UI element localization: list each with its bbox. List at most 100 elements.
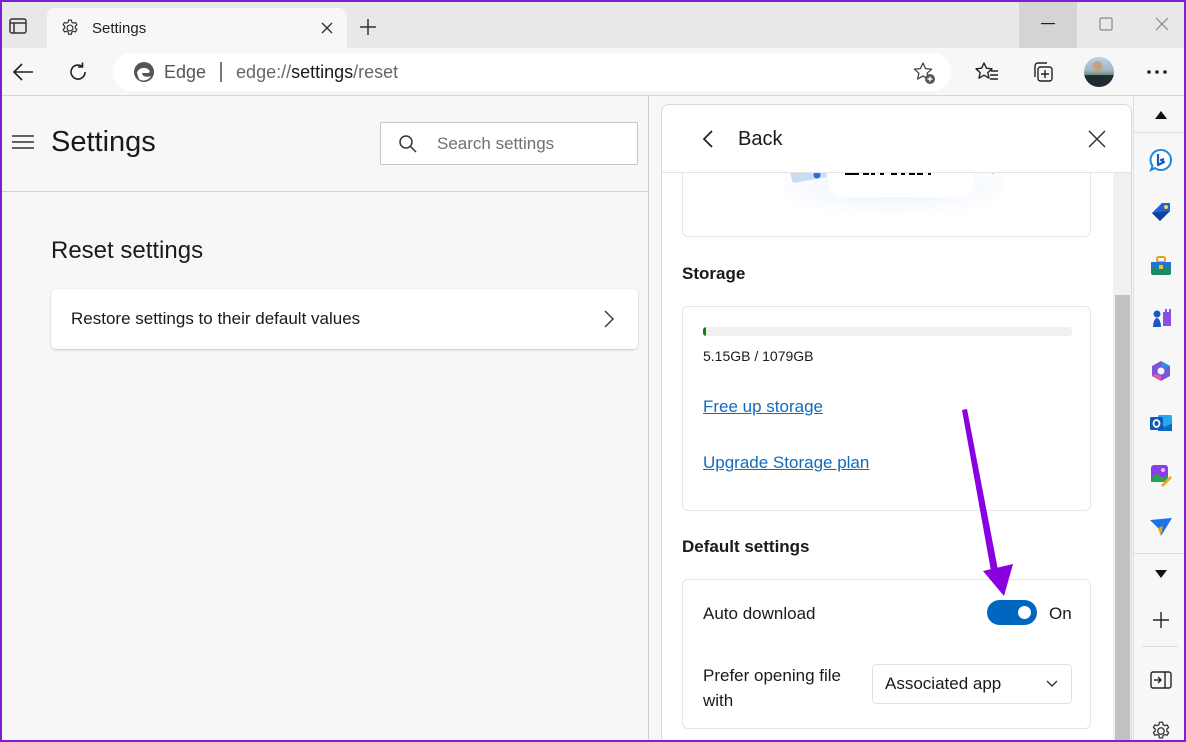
image-creator-icon	[1151, 465, 1172, 487]
side-pane-scrollbar[interactable]	[1113, 173, 1131, 742]
toolbox-icon	[1151, 256, 1171, 275]
paper-plane-icon	[1150, 518, 1172, 536]
url-scheme: edge://	[236, 61, 292, 82]
search-input[interactable]	[437, 133, 617, 154]
url-path: /reset	[353, 61, 399, 82]
triangle-up-icon	[1155, 111, 1167, 119]
back-label[interactable]: Back	[738, 128, 782, 151]
search-icon	[397, 133, 419, 155]
storage-usage-fill	[703, 327, 706, 336]
close-window-button[interactable]	[1133, 0, 1186, 48]
triangle-down-icon	[1155, 570, 1167, 578]
side-pane: Back Storage 5.15GB / 1079GB Free up sto…	[661, 104, 1132, 742]
storage-card: 5.15GB / 1079GB Free up storage Upgrade …	[682, 306, 1091, 511]
hide-sidebar-icon	[1150, 671, 1172, 689]
edge-sidebar	[1133, 96, 1186, 742]
bing-chat-icon	[1149, 149, 1172, 172]
sidebar-item-bing-chat[interactable]	[1148, 147, 1174, 173]
prefer-opening-label: Prefer opening file with	[703, 666, 841, 710]
back-button[interactable]	[9, 58, 37, 86]
collections-icon	[1034, 62, 1053, 82]
prefer-opening-value: Associated app	[885, 674, 1002, 693]
sidebar-item-shopping[interactable]	[1148, 199, 1174, 225]
settings-header: Settings	[0, 96, 648, 192]
close-icon	[1088, 130, 1106, 148]
storage-usage-bar	[703, 327, 1072, 336]
restore-defaults-item[interactable]: Restore settings to their default values	[51, 289, 638, 349]
gear-icon	[60, 18, 80, 38]
storage-heading: Storage	[682, 264, 746, 283]
plus-icon	[1153, 612, 1169, 628]
tab-actions-icon	[9, 18, 27, 34]
sidebar-settings-button[interactable]	[1148, 718, 1174, 742]
close-tab-button[interactable]	[315, 16, 339, 40]
sidebar-divider	[1134, 132, 1186, 133]
upgrade-storage-link[interactable]: Upgrade Storage plan	[703, 453, 869, 473]
new-tab-button[interactable]	[356, 15, 380, 39]
url-text[interactable]: edge://settings/reset	[236, 62, 398, 83]
more-horizontal-icon	[1147, 70, 1167, 74]
favorites-button[interactable]	[973, 58, 1001, 86]
hide-sidebar-button[interactable]	[1148, 667, 1174, 693]
chevron-down-icon	[1045, 677, 1059, 691]
more-menu-button[interactable]	[1143, 58, 1171, 86]
profile-avatar[interactable]	[1084, 57, 1114, 87]
gear-icon	[1152, 721, 1170, 739]
minimize-button[interactable]	[1019, 0, 1077, 48]
default-settings-card: Auto download On Prefer opening file wit…	[682, 579, 1091, 729]
toggle-knob	[1018, 606, 1031, 619]
edge-logo-icon	[134, 62, 154, 82]
sidebar-item-send[interactable]	[1148, 514, 1174, 540]
sidebar-scroll-down-button[interactable]	[1148, 561, 1174, 587]
auto-download-label: Auto download	[703, 604, 816, 623]
side-back-button[interactable]	[698, 129, 718, 149]
sidebar-add-button[interactable]	[1148, 607, 1174, 633]
site-identity: Edge	[164, 61, 207, 82]
side-pane-close-button[interactable]	[1086, 128, 1108, 150]
auto-download-state: On	[1049, 604, 1072, 623]
prefer-opening-select[interactable]: Associated app	[872, 664, 1072, 704]
browser-toolbar: Edge edge://settings/reset	[0, 48, 1186, 96]
arrow-left-icon	[12, 63, 33, 81]
sidebar-divider	[1134, 553, 1186, 554]
collections-button[interactable]	[1029, 58, 1057, 86]
microsoft-365-icon	[1152, 361, 1170, 381]
page-title: Settings	[51, 126, 156, 158]
sidebar-item-games[interactable]	[1148, 305, 1174, 331]
search-box[interactable]	[380, 122, 638, 165]
free-up-storage-link[interactable]: Free up storage	[703, 397, 823, 417]
sidebar-divider	[1142, 646, 1178, 647]
side-pane-body: Storage 5.15GB / 1079GB Free up storage …	[662, 163, 1113, 742]
address-separator	[220, 62, 223, 82]
menu-button[interactable]	[11, 133, 35, 151]
settings-page: Settings Reset settings Restore settings…	[0, 96, 649, 742]
default-settings-heading: Default settings	[682, 537, 810, 556]
restore-defaults-label: Restore settings to their default values	[71, 309, 361, 328]
sidebar-scroll-up-button[interactable]	[1148, 102, 1174, 128]
tab-actions-button[interactable]	[6, 14, 30, 38]
storage-usage-text: 5.15GB / 1079GB	[703, 348, 814, 364]
close-icon	[321, 22, 333, 34]
hamburger-icon	[12, 135, 34, 149]
maximize-button[interactable]	[1077, 0, 1135, 48]
tab-title: Settings	[92, 19, 147, 37]
side-pane-header: Back	[662, 105, 1131, 173]
tab-strip: Settings	[0, 0, 1186, 48]
close-icon	[1155, 17, 1169, 31]
chevron-right-icon	[602, 309, 616, 329]
sidebar-item-tools[interactable]	[1148, 253, 1174, 279]
outlook-icon	[1150, 415, 1172, 431]
tab-settings[interactable]: Settings	[47, 8, 347, 48]
refresh-button[interactable]	[64, 58, 92, 86]
add-to-favorites-button[interactable]	[911, 60, 937, 86]
address-bar[interactable]: Edge edge://settings/reset	[113, 53, 951, 91]
scrollbar-thumb[interactable]	[1115, 295, 1130, 742]
sidebar-item-image-creator[interactable]	[1148, 462, 1174, 488]
sidebar-item-microsoft-365[interactable]	[1148, 358, 1174, 384]
promo-card	[682, 163, 1091, 237]
plus-icon	[360, 19, 376, 35]
url-host: settings	[291, 61, 354, 82]
sidebar-item-outlook[interactable]	[1148, 410, 1174, 436]
auto-download-toggle[interactable]	[987, 600, 1037, 625]
section-title: Reset settings	[51, 237, 204, 264]
